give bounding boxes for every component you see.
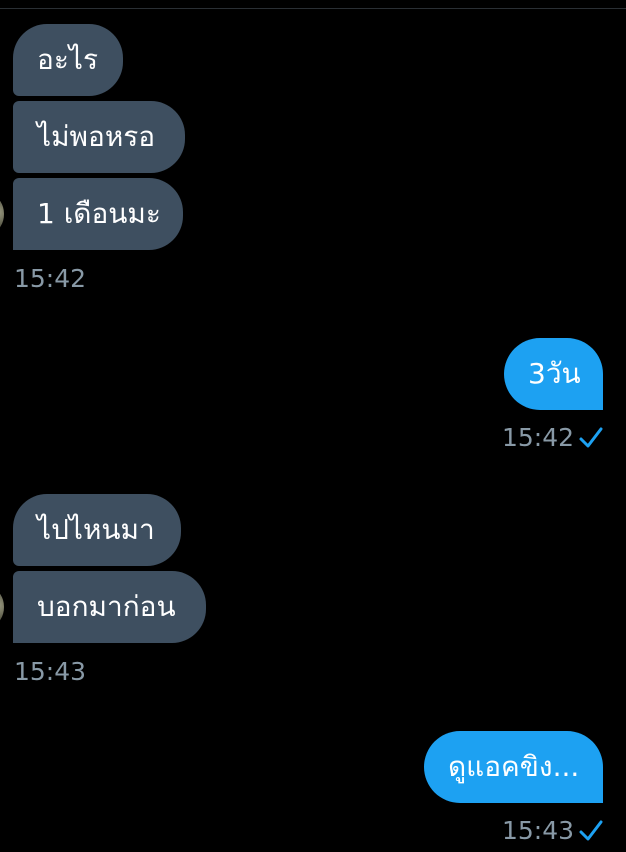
message-bubble-incoming[interactable]: อะไร: [13, 24, 123, 96]
message-timestamp: 15:43: [502, 816, 575, 845]
message-text: ไม่พอหรอ: [37, 120, 156, 153]
message-bubble-incoming[interactable]: ไม่พอหรอ: [13, 101, 185, 173]
message-timestamp: 15:43: [14, 657, 87, 686]
message-text: บอกมาก่อน: [37, 590, 176, 623]
sender-avatar[interactable]: [0, 590, 4, 624]
message-text: ไปไหนมา: [37, 513, 155, 546]
message-bubble-incoming[interactable]: บอกมาก่อน: [13, 571, 206, 643]
check-icon: [579, 820, 603, 841]
sender-avatar[interactable]: [0, 197, 4, 231]
message-bubble-incoming[interactable]: 1 เดือนมะ: [13, 178, 183, 250]
message-text: อะไร: [37, 43, 98, 76]
check-icon: [579, 427, 603, 448]
header-divider: [0, 8, 626, 9]
message-text: 3วัน: [528, 357, 581, 390]
message-timestamp: 15:42: [14, 264, 87, 293]
message-text: ดูแอคขิง...: [448, 750, 580, 783]
message-text: 1 เดือนมะ: [37, 197, 161, 230]
dm-conversation: อะไร ไม่พอหรอ 1 เดือนมะ 15:42 3วัน 15:42…: [0, 0, 626, 852]
message-bubble-outgoing[interactable]: 3วัน: [504, 338, 603, 410]
message-bubble-incoming[interactable]: ไปไหนมา: [13, 494, 181, 566]
message-timestamp: 15:42: [502, 423, 575, 452]
message-bubble-outgoing[interactable]: ดูแอคขิง...: [424, 731, 603, 803]
